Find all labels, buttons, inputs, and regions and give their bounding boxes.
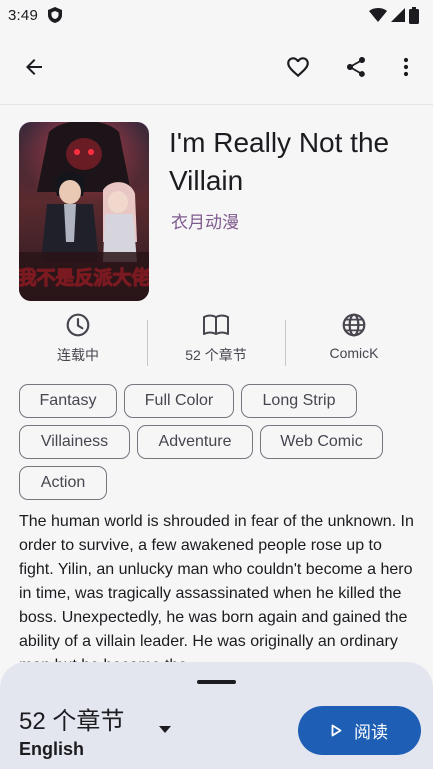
manga-title: I'm Really Not the Villain <box>169 127 390 196</box>
clock-icon <box>66 313 90 337</box>
favorite-button[interactable] <box>276 45 320 89</box>
drag-handle[interactable] <box>197 680 236 684</box>
genre-chip[interactable]: Adventure <box>137 425 253 459</box>
genre-chip[interactable]: Web Comic <box>260 425 383 459</box>
share-button[interactable] <box>334 45 378 89</box>
stat-status: 连载中 <box>9 312 147 365</box>
heart-outline-icon <box>287 57 309 78</box>
back-button[interactable] <box>12 45 56 89</box>
genre-chip[interactable]: Full Color <box>124 384 234 418</box>
cover-illustration: 我不是反派大佬 <box>19 122 149 301</box>
manga-author[interactable]: 衣月动漫 <box>171 208 239 233</box>
read-button-label: 阅读 <box>354 723 388 742</box>
read-button[interactable]: 阅读 <box>298 706 421 755</box>
cover-image[interactable]: 我不是反派大佬 <box>19 122 149 301</box>
more-options-button[interactable] <box>384 45 428 89</box>
status-label: 连载中 <box>57 347 99 363</box>
language-label: English <box>19 739 85 759</box>
share-icon <box>347 57 365 77</box>
manga-description[interactable]: The human world is shrouded in fear of t… <box>19 510 417 662</box>
chapters-label: 52 个章节 <box>185 347 247 363</box>
language-dropdown[interactable] <box>156 722 174 736</box>
header-divider <box>0 104 433 105</box>
wifi-icon <box>369 8 387 22</box>
stat-chapters: 52 个章节 <box>147 312 285 365</box>
status-time: 3:49 <box>8 6 38 24</box>
dropdown-arrow-icon <box>159 725 171 733</box>
genre-chip[interactable]: Action <box>19 466 107 500</box>
battery-icon <box>409 6 419 24</box>
genre-chip[interactable]: Fantasy <box>19 384 117 418</box>
signal-icon <box>391 8 405 22</box>
genre-chip[interactable]: Villainess <box>19 425 130 459</box>
stats-row: 连载中 52 个章节 ComicK <box>0 312 433 374</box>
top-app-bar <box>0 36 433 98</box>
source-label: ComicK <box>329 345 379 361</box>
more-vert-icon <box>403 57 409 77</box>
back-arrow-icon <box>26 59 42 75</box>
play-icon <box>331 724 342 737</box>
cover-art-text: 我不是反派大佬 <box>19 266 149 289</box>
status-bar: 3:49 <box>0 0 433 30</box>
genre-chip[interactable]: Long Strip <box>241 384 357 418</box>
book-icon <box>203 314 229 335</box>
globe-icon <box>342 313 366 337</box>
chapter-count: 52 个章节 <box>19 708 125 735</box>
status-icons <box>369 6 419 24</box>
bottom-sheet: 52 个章节 English 阅读 <box>0 662 433 769</box>
stat-source: ComicK <box>285 312 423 361</box>
shield-icon <box>48 7 62 23</box>
